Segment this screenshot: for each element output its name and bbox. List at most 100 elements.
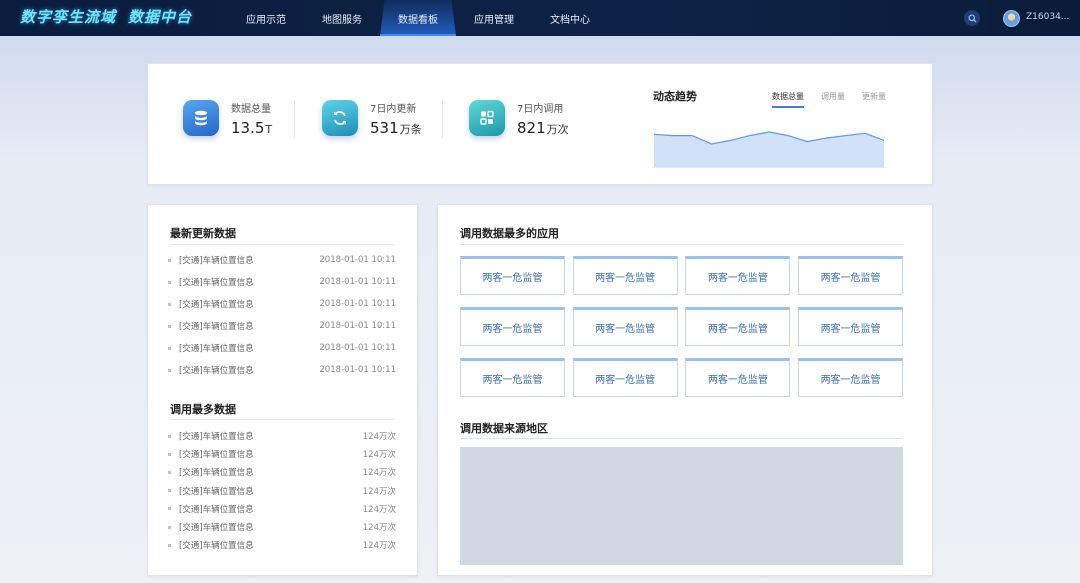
app-tile[interactable]: 两客一危监管 (572, 307, 678, 346)
trend-title: 动态趋势 (653, 90, 697, 103)
section-divider (460, 244, 903, 245)
app-tile[interactable]: 两客一危监管 (685, 256, 791, 295)
bullet-icon (168, 280, 171, 284)
tab-call-volume[interactable]: 调用量 (821, 91, 845, 108)
app-tile[interactable]: 两客一危监管 (798, 256, 904, 295)
stat-unit: 万条 (399, 122, 422, 136)
list-item[interactable]: [交通]车辆位置信息 2018-01-01 10:11 (168, 271, 396, 293)
app-tile[interactable]: 两客一危监管 (798, 307, 904, 346)
list-item-meta: 124万次 (362, 523, 396, 534)
tab-total-data[interactable]: 数据总量 (772, 91, 804, 108)
list-item-name: [交通]车辆位置信息 (179, 322, 254, 332)
app-tile[interactable]: 两客一危监管 (460, 358, 565, 397)
search-icon[interactable] (964, 10, 980, 26)
stat-7day-updates: 7日内更新 531万条 (322, 98, 422, 138)
bullet-icon (168, 489, 171, 493)
list-item[interactable]: [交通]车辆位置信息 2018-01-01 10:11 (168, 359, 396, 381)
app-tile[interactable]: 两客一危监管 (685, 307, 791, 346)
data-lists-panel: 最新更新数据 [交通]车辆位置信息 2018-01-01 10:11 [交通]车辆位… (147, 204, 418, 576)
list-item-name: [交通]车辆位置信息 (179, 344, 254, 354)
brand-subtitle: 数据中台 (128, 8, 193, 26)
username[interactable]: Z16034... (1026, 12, 1069, 22)
stat-total-data: 数据总量 13.5T (183, 98, 272, 138)
list-item[interactable]: [交通]车辆位置信息 124万次 (168, 482, 396, 500)
stat-7day-calls: 7日内调用 821万次 (469, 98, 569, 138)
region-title: 调用数据来源地区 (460, 422, 548, 435)
stat-value: 821 (517, 118, 546, 137)
list-item[interactable]: [交通]车辆位置信息 2018-01-01 10:11 (168, 293, 396, 315)
list-item-meta: 2018-01-01 10:11 (319, 277, 396, 287)
most-called-title: 调用最多数据 (170, 403, 236, 416)
nav-item-app-demo[interactable]: 应用示范 (228, 0, 304, 36)
nav-item-app-management[interactable]: 应用管理 (456, 0, 532, 36)
list-item-name: [交通]车辆位置信息 (179, 256, 254, 266)
list-item[interactable]: [交通]车辆位置信息 124万次 (168, 500, 396, 518)
app-grid: 两客一危监管 两客一危监管 两客一危监管 两客一危监管 两客一危监管 两客一危监管 两客一危… (460, 256, 904, 397)
list-item-name: [交通]车辆位置信息 (179, 366, 254, 376)
nav-item-map-service[interactable]: 地图服务 (304, 0, 380, 36)
trend-tabs: 数据总量 调用量 更新量 (772, 91, 903, 108)
list-item-name: [交通]车辆位置信息 (179, 486, 254, 497)
trend-chart (653, 131, 885, 168)
nav-item-data-board[interactable]: 数据看板 (380, 0, 456, 36)
latest-data-list: [交通]车辆位置信息 2018-01-01 10:11 [交通]车辆位置信息 2018… (168, 249, 396, 381)
list-item-name: [交通]车辆位置信息 (179, 278, 254, 288)
list-item[interactable]: [交通]车辆位置信息 124万次 (168, 463, 396, 481)
app-tile[interactable]: 两客一危监管 (798, 358, 904, 397)
stat-label: 数据总量 (231, 103, 271, 115)
bullet-icon (168, 302, 171, 306)
app-tile[interactable]: 两客一危监管 (572, 256, 678, 295)
divider (294, 100, 295, 138)
app-tile[interactable]: 两客一危监管 (460, 256, 565, 295)
app-tile[interactable]: 两客一危监管 (685, 358, 791, 397)
region-map[interactable] (460, 447, 903, 565)
list-item-meta: 124万次 (362, 504, 396, 515)
bullet-icon (168, 507, 171, 511)
main-nav: 应用示范 地图服务 数据看板 应用管理 文档中心 (228, 0, 608, 36)
list-item-meta: 2018-01-01 10:11 (319, 365, 396, 375)
nav-item-doc-center[interactable]: 文档中心 (532, 0, 608, 36)
bullet-icon (168, 525, 171, 529)
most-called-list: [交通]车辆位置信息 124万次 [交通]车辆位置信息 124万次 [交通]车辆位置信息… (168, 427, 396, 554)
stat-unit: 万次 (546, 122, 569, 136)
tab-update-volume[interactable]: 更新量 (862, 91, 886, 108)
list-item-meta: 124万次 (362, 468, 396, 479)
apps-region-panel: 调用数据最多的应用 两客一危监管 两客一危监管 两客一危监管 两客一危监管 两客一危监管… (437, 204, 933, 576)
list-item[interactable]: [交通]车辆位置信息 124万次 (168, 445, 396, 463)
section-divider (460, 438, 903, 439)
list-item[interactable]: [交通]车辆位置信息 2018-01-01 10:11 (168, 337, 396, 359)
list-item[interactable]: [交通]车辆位置信息 2018-01-01 10:11 (168, 315, 396, 337)
trend-area (654, 132, 884, 168)
bullet-icon (168, 543, 171, 547)
app-tile[interactable]: 两客一危监管 (572, 358, 678, 397)
list-item[interactable]: [交通]车辆位置信息 124万次 (168, 518, 396, 536)
list-item[interactable]: [交通]车辆位置信息 124万次 (168, 427, 396, 445)
stat-value: 531 (370, 118, 399, 137)
bullet-icon (168, 434, 171, 438)
stat-label: 7日内调用 (517, 103, 564, 115)
list-item-meta: 2018-01-01 10:11 (319, 299, 396, 309)
section-divider (170, 244, 394, 245)
stat-label: 7日内更新 (370, 103, 417, 115)
list-item[interactable]: [交通]车辆位置信息 2018-01-01 10:11 (168, 249, 396, 271)
divider (442, 100, 443, 138)
section-divider (170, 419, 394, 420)
list-item-meta: 2018-01-01 10:11 (319, 343, 396, 353)
top-navbar: 数字孪生流域 数据中台 应用示范 地图服务 数据看板 应用管理 文档中心 Z160… (0, 0, 1080, 36)
avatar[interactable] (1003, 10, 1020, 27)
bullet-icon (168, 368, 171, 372)
list-item-name: [交通]车辆位置信息 (179, 432, 254, 443)
stats-panel: 数据总量 13.5T 7日内更新 531万条 7日内调用 821万次 动态趋势 … (147, 63, 933, 185)
stat-value: 13.5 (231, 118, 265, 137)
brand-logo[interactable]: 数字孪生流域 数据中台 (20, 6, 192, 27)
brand-title: 数字孪生流域 (20, 8, 117, 26)
list-item[interactable]: [交通]车辆位置信息 124万次 (168, 536, 396, 554)
list-item-meta: 124万次 (362, 432, 396, 443)
database-icon (183, 100, 219, 136)
list-item-name: [交通]车辆位置信息 (179, 504, 254, 515)
list-item-name: [交通]车辆位置信息 (179, 523, 254, 534)
stat-unit: T (265, 122, 273, 136)
refresh-icon (322, 100, 358, 136)
list-item-name: [交通]车辆位置信息 (179, 300, 254, 310)
app-tile[interactable]: 两客一危监管 (460, 307, 565, 346)
